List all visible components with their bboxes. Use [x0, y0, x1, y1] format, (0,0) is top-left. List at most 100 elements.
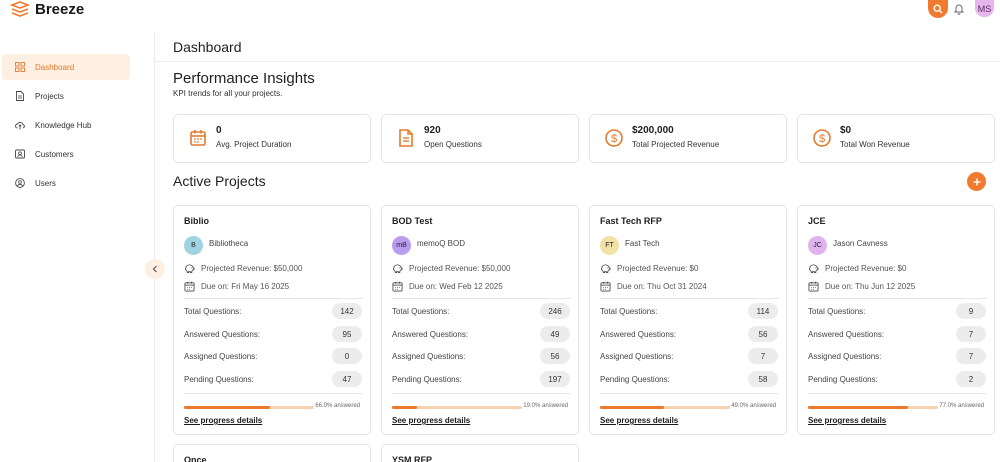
divider	[808, 393, 986, 394]
svg-text:$: $	[819, 133, 825, 145]
breeze-logo-icon	[10, 1, 30, 17]
divider	[155, 61, 1000, 62]
client-row: JCJason Cavness	[808, 236, 888, 256]
sidebar-item-label: Knowledge Hub	[35, 121, 91, 130]
kpi-label: Open Questions	[424, 140, 482, 149]
projected-revenue: Projected Revenue: $0	[600, 262, 698, 274]
total-questions-row: Total Questions:114	[600, 303, 778, 319]
projected-revenue-text: Projected Revenue: $0	[825, 264, 906, 273]
piggy-bank-icon	[184, 263, 195, 274]
kpi-card-won-revenue: $ $0 Total Won Revenue	[797, 114, 995, 163]
project-card[interactable]: BOD Test mBmemoQ BOD Projected Revenue: $5…	[381, 205, 579, 435]
progress-bar-fill	[808, 406, 908, 409]
q-label: Answered Questions:	[184, 330, 260, 339]
piggy-bank-icon	[392, 263, 403, 274]
progress-bar	[808, 406, 938, 409]
client-row: BBibliotheca	[184, 236, 248, 256]
dollar-icon: $	[812, 128, 832, 148]
projected-revenue: Projected Revenue: $50,000	[184, 262, 302, 274]
q-label: Answered Questions:	[808, 330, 884, 339]
q-count: 56	[748, 326, 778, 342]
client-row: mBmemoQ BOD	[392, 236, 465, 256]
q-label: Answered Questions:	[392, 330, 468, 339]
pending-questions-row: Pending Questions:58	[600, 371, 778, 387]
client-name: Fast Tech	[625, 239, 660, 256]
q-label: Assigned Questions:	[600, 352, 673, 361]
sidebar: Dashboard Projects Knowledge Hub Custome…	[0, 32, 155, 462]
project-name[interactable]: Biblio	[184, 216, 209, 226]
project-name[interactable]: JCE	[808, 216, 826, 226]
total-questions-row: Total Questions:9	[808, 303, 986, 319]
q-count: 47	[332, 371, 362, 387]
progress-bar	[392, 406, 522, 409]
kpi-card-open-questions: 920 Open Questions	[381, 114, 579, 163]
add-project-button[interactable]	[967, 172, 986, 191]
kpi-label: Total Won Revenue	[840, 140, 910, 149]
due-date: Due on: Thu Oct 31 2024	[600, 280, 707, 292]
assigned-questions-row: Assigned Questions: 0	[184, 348, 362, 364]
projected-revenue: Projected Revenue: $0	[808, 262, 906, 274]
id-card-icon	[15, 149, 25, 159]
search-button[interactable]	[928, 0, 948, 18]
project-name[interactable]: Once	[184, 455, 207, 462]
assigned-questions-row: Assigned Questions: 7	[600, 348, 778, 364]
due-date-text: Due on: Thu Jun 12 2025	[825, 282, 915, 291]
answered-questions-row: Answered Questions:49	[392, 326, 570, 342]
project-card[interactable]: Biblio BBibliotheca Projected Revenue: $50…	[173, 205, 371, 435]
piggy-bank-icon	[808, 263, 819, 274]
see-progress-details-link[interactable]: See progress details	[808, 416, 886, 425]
see-progress-details-link[interactable]: See progress details	[184, 416, 262, 425]
sidebar-item-knowledge-hub[interactable]: Knowledge Hub	[2, 112, 130, 138]
user-avatar[interactable]: MS	[975, 0, 994, 17]
q-label: Answered Questions:	[600, 330, 676, 339]
q-count: 9	[956, 303, 986, 319]
answered-questions-row: Answered Questions:95	[184, 326, 362, 342]
client-avatar: B	[184, 236, 203, 255]
sidebar-item-label: Dashboard	[35, 63, 74, 72]
sidebar-item-projects[interactable]: Projects	[2, 83, 130, 109]
q-count: 7	[748, 348, 778, 364]
divider	[392, 298, 570, 299]
divider	[392, 393, 570, 394]
project-name[interactable]: BOD Test	[392, 216, 432, 226]
logo[interactable]: Breeze	[10, 0, 84, 18]
calendar-icon	[808, 281, 819, 292]
kpi-card-projected-revenue: $ $200,000 Total Projected Revenue	[589, 114, 787, 163]
sidebar-item-users[interactable]: Users	[2, 170, 130, 196]
q-count: 7	[956, 348, 986, 364]
due-date-text: Due on: Wed Feb 12 2025	[409, 282, 503, 291]
sidebar-item-label: Customers	[35, 150, 74, 159]
pending-questions-row: Pending Questions:197	[392, 371, 570, 387]
q-label: Assigned Questions:	[808, 352, 881, 361]
q-label: Assigned Questions:	[184, 352, 257, 361]
project-card[interactable]: Fast Tech RFPFTFast TechProjected Revenu…	[589, 205, 787, 435]
bell-icon[interactable]	[953, 3, 965, 15]
answered-questions-row: Answered Questions: 56	[600, 326, 778, 342]
q-count: 2	[956, 371, 986, 387]
kpi-label: Avg. Project Duration	[216, 140, 291, 149]
q-count: 0	[332, 348, 362, 364]
see-progress-details-link[interactable]: See progress details	[600, 416, 678, 425]
chevron-left-icon	[151, 265, 159, 273]
project-name[interactable]: YSM RFP	[392, 455, 432, 462]
collapse-sidebar-button[interactable]	[145, 259, 165, 279]
see-progress-details-link[interactable]: See progress details	[392, 416, 470, 425]
kpi-value: $200,000	[632, 125, 674, 136]
q-count: 246	[540, 303, 570, 319]
total-questions-row: Total Questions:142	[184, 303, 362, 319]
project-card[interactable]: JCE JCJason Cavness Projected Revenue: $0 D…	[797, 205, 995, 435]
projected-revenue: Projected Revenue: $50,000	[392, 262, 510, 274]
sidebar-item-customers[interactable]: Customers	[2, 141, 130, 167]
q-count: 58	[748, 371, 778, 387]
due-date-text: Due on: Fri May 16 2025	[201, 282, 289, 291]
progress-label: 49.0% answered	[731, 403, 776, 409]
performance-insights-subtitle: KPI trends for all your projects.	[173, 89, 282, 98]
project-card[interactable]: YSM RFP	[381, 444, 579, 462]
project-name[interactable]: Fast Tech RFP	[600, 216, 662, 226]
project-card[interactable]: Once	[173, 444, 371, 462]
sidebar-item-dashboard[interactable]: Dashboard	[2, 54, 130, 80]
calendar-icon	[600, 281, 611, 292]
q-label: Total Questions:	[184, 307, 241, 316]
user-circle-icon	[15, 178, 25, 188]
progress-bar-fill	[392, 406, 417, 409]
